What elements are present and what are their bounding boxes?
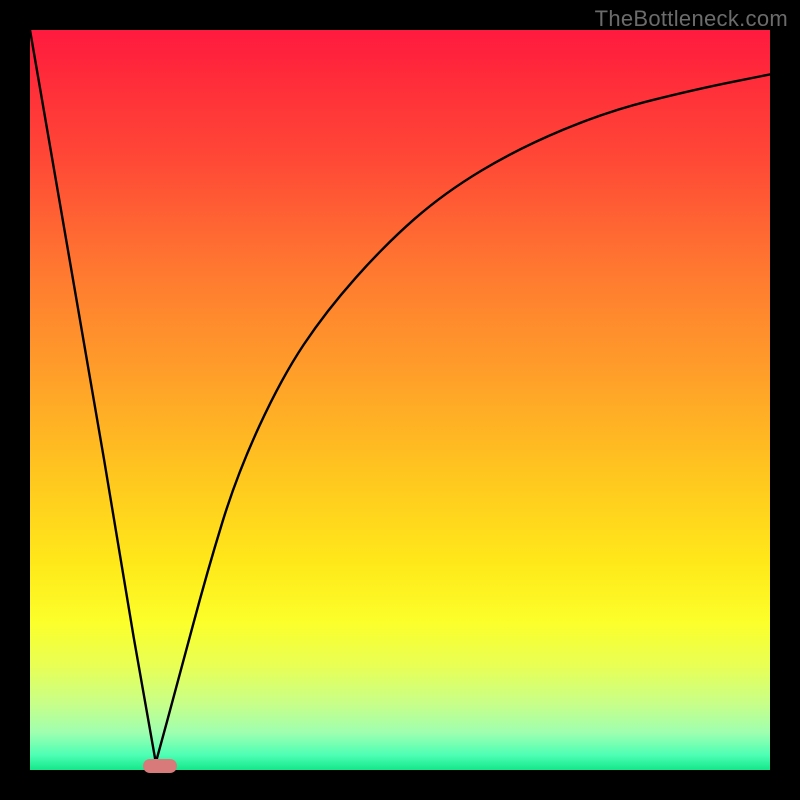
chart-frame: TheBottleneck.com [0, 0, 800, 800]
bottleneck-curve [30, 30, 770, 770]
watermark-text: TheBottleneck.com [595, 6, 788, 32]
plot-area [30, 30, 770, 770]
optimum-marker [143, 759, 177, 773]
